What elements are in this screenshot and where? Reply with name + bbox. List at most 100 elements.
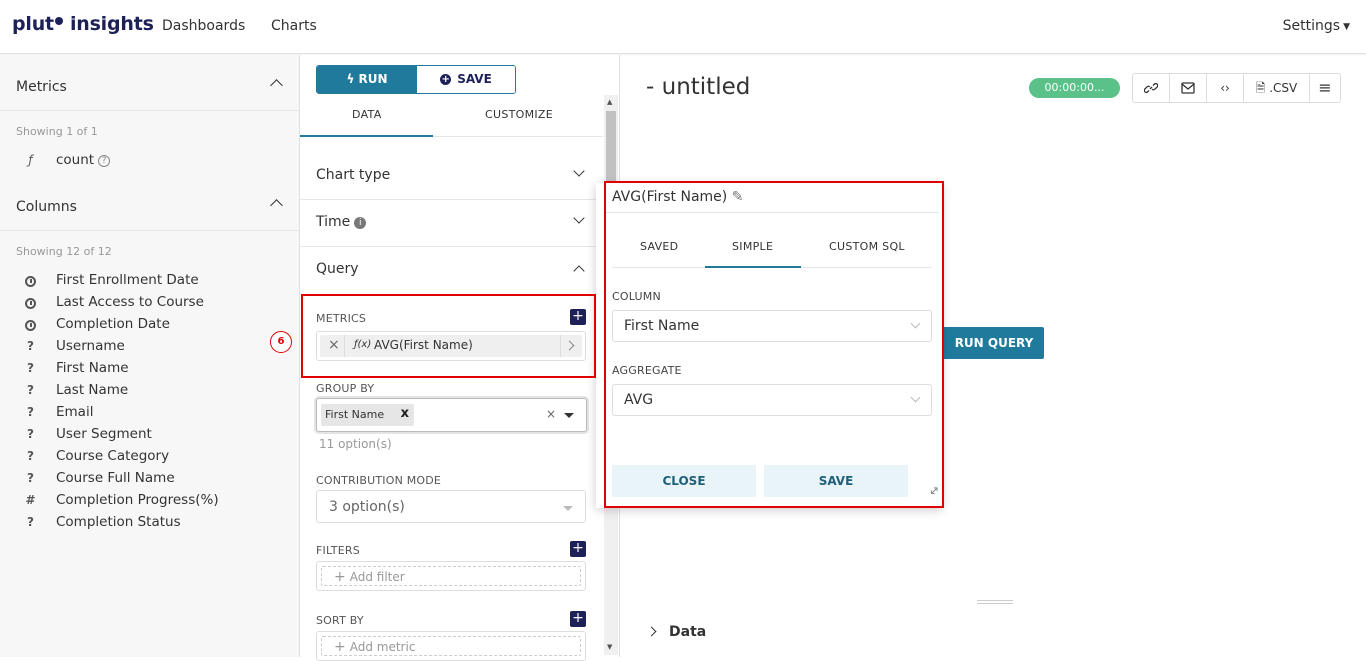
export-csv-button[interactable]: 🗎 .CSV (1244, 74, 1310, 102)
remove-chip-icon[interactable]: x (401, 406, 409, 421)
columns-showing-count: Showing 12 of 12 (16, 245, 112, 258)
clock-icon (25, 320, 36, 331)
data-section-label: Data (669, 624, 707, 640)
dropdown-arrow-icon (563, 506, 573, 511)
panel-tabs: DATA CUSTOMIZE (300, 100, 603, 137)
column-item[interactable]: First Enrollment Date (0, 270, 299, 292)
brand-name-right: insights (69, 13, 154, 35)
caret-down-icon: ▼ (1343, 22, 1350, 32)
column-label: Completion Progress(%) (56, 492, 219, 508)
clear-icon[interactable]: × (546, 407, 556, 421)
column-item[interactable]: ? First Name (0, 358, 299, 380)
chevron-up-icon (270, 199, 283, 212)
group-by-chip-label: First Name (325, 408, 385, 421)
nav-dashboards[interactable]: Dashboards (162, 18, 245, 34)
add-filter-plus-button[interactable]: + (570, 541, 586, 557)
chevron-up-icon (573, 265, 585, 277)
column-label: Course Full Name (56, 470, 175, 486)
sort-by-field-label: SORT BY (316, 614, 364, 627)
data-section-toggle[interactable]: Data (646, 624, 707, 640)
settings-label: Settings (1282, 18, 1341, 34)
column-item[interactable]: ? Username (0, 336, 299, 358)
column-label: Email (56, 404, 94, 420)
query-section[interactable]: Query (300, 247, 603, 294)
columns-section-title: Columns (16, 199, 77, 215)
contribution-mode-select[interactable]: 3 option(s) (316, 490, 586, 523)
columns-section-header[interactable]: Columns (0, 175, 299, 231)
link-icon[interactable] (1133, 74, 1170, 102)
embed-code-icon[interactable]: ‹› (1207, 74, 1244, 102)
add-sort-metric-button[interactable]: + Add metric (321, 636, 581, 656)
chevron-down-icon (573, 165, 585, 177)
column-item[interactable]: ? Email (0, 402, 299, 424)
email-icon[interactable] (1170, 74, 1207, 102)
step-badge: 6 (270, 331, 292, 353)
chart-type-label: Chart type (316, 167, 391, 183)
csv-label: .CSV (1269, 81, 1298, 95)
add-sort-plus-button[interactable]: + (570, 611, 586, 627)
help-icon[interactable]: ? (98, 155, 111, 167)
column-label: Last Name (56, 382, 129, 398)
column-item[interactable]: ? Course Full Name (0, 468, 299, 490)
column-label: Completion Date (56, 316, 170, 332)
datasource-panel: Metrics Showing 1 of 1 ƒ count? Columns … (0, 55, 300, 657)
save-chart-button[interactable]: + SAVE (417, 66, 515, 93)
dropdown-arrow-icon[interactable] (564, 413, 574, 418)
info-icon: i (354, 217, 367, 229)
brand-logo[interactable]: plut insights (12, 13, 154, 35)
nav-settings[interactable]: Settings ▼ (1283, 18, 1350, 34)
tab-customize[interactable]: CUSTOMIZE (485, 108, 553, 121)
filters-field-label: FILTERS (316, 544, 360, 557)
brand-name-left: plut (12, 13, 54, 35)
question-icon: ? (27, 405, 34, 419)
column-item[interactable]: ? User Segment (0, 424, 299, 446)
clock-icon (25, 276, 36, 287)
time-section[interactable]: Time i (300, 200, 603, 247)
column-item[interactable]: ? Last Name (0, 380, 299, 402)
contribution-mode-label: CONTRIBUTION MODE (316, 474, 442, 487)
metrics-section-header[interactable]: Metrics (0, 55, 299, 111)
chart-type-section[interactable]: Chart type (300, 153, 603, 200)
annotation-box-metrics (301, 294, 596, 378)
top-navbar: plut insights Dashboards Charts Settings ▼ (0, 0, 1366, 54)
nav-charts[interactable]: Charts (271, 18, 317, 34)
column-item[interactable]: ? Course Category (0, 446, 299, 468)
metrics-showing-count: Showing 1 of 1 (16, 125, 98, 138)
scroll-up-icon[interactable]: ▲ (607, 98, 612, 106)
add-metric-text: + Add metric (334, 639, 416, 655)
column-label: Completion Status (56, 514, 181, 530)
scroll-down-icon[interactable]: ▼ (607, 643, 612, 651)
query-timer-badge: 00:00:00... (1029, 78, 1120, 98)
column-item[interactable]: # Completion Progress(%) (0, 490, 299, 512)
plus-icon: + (334, 569, 346, 585)
metric-item-label: count? (56, 152, 111, 168)
column-item[interactable]: Last Access to Course (0, 292, 299, 314)
contribution-mode-placeholder: 3 option(s) (329, 499, 405, 515)
chart-title[interactable]: - untitled (646, 74, 750, 100)
bolt-icon: ϟ (346, 72, 359, 86)
hash-icon: # (25, 493, 36, 507)
column-item[interactable]: Completion Date (0, 314, 299, 336)
group-by-chip[interactable]: First Name x (321, 404, 414, 426)
chevron-up-icon (270, 79, 283, 92)
chart-toolbar: ‹› 🗎 .CSV ≡ (1132, 73, 1341, 103)
run-button[interactable]: ϟ RUN (317, 66, 417, 93)
run-query-button[interactable]: RUN QUERY (944, 327, 1044, 359)
chevron-down-icon (573, 212, 585, 224)
query-label: Query (316, 261, 359, 277)
filters-field: + Add filter (316, 561, 586, 591)
column-label: Course Category (56, 448, 170, 464)
tab-data[interactable]: DATA (352, 108, 382, 121)
menu-icon[interactable]: ≡ (1310, 74, 1340, 102)
question-icon: ? (27, 471, 34, 485)
column-label: First Name (56, 360, 129, 376)
group-by-select[interactable]: First Name x × (316, 398, 587, 432)
chevron-right-icon (646, 626, 657, 637)
column-item[interactable]: ? Completion Status (0, 512, 299, 534)
active-tab-indicator (300, 135, 433, 137)
resize-handle[interactable] (977, 600, 1013, 604)
add-filter-button[interactable]: + Add filter (321, 566, 581, 586)
question-icon: ? (27, 339, 34, 353)
group-by-field-label: GROUP BY (316, 382, 375, 395)
metric-item-count[interactable]: ƒ count? (0, 150, 299, 172)
